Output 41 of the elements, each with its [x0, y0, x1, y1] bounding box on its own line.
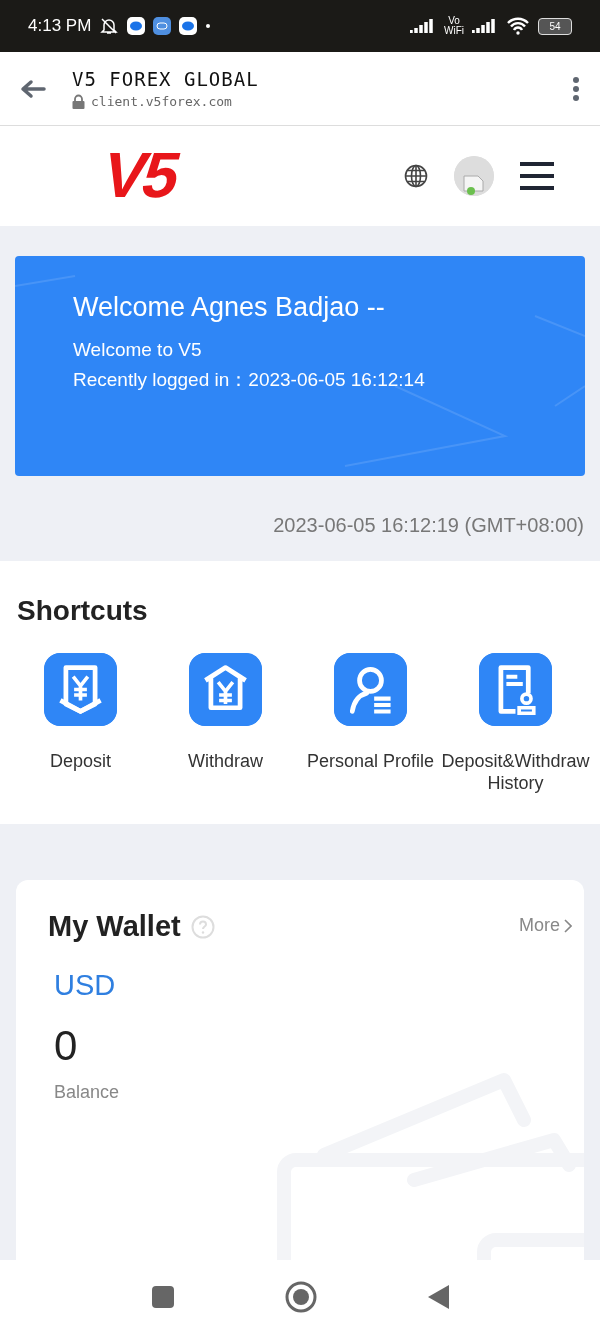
back-arrow-icon[interactable]	[20, 78, 46, 99]
wallet-title: My Wallet	[48, 910, 181, 943]
status-time: 4:13 PM	[28, 16, 92, 36]
home-icon[interactable]	[285, 1281, 317, 1313]
muted-bell-icon	[99, 16, 120, 36]
balance-amount: 0	[54, 1022, 79, 1070]
yen-icon	[44, 653, 117, 726]
shortcut-button[interactable]: Deposit	[8, 653, 153, 794]
vowifi-label: Vo WiFi	[444, 16, 464, 36]
wifi-icon	[506, 17, 530, 35]
section-title: Shortcuts	[17, 595, 149, 627]
page-title: V5 FOREX GLOBAL	[72, 68, 260, 90]
page-url: client.v5forex.com	[91, 94, 232, 109]
document-icon	[479, 653, 552, 726]
battery-level: 54	[538, 17, 572, 35]
chevron-right-icon	[564, 918, 572, 933]
dot-icon	[205, 23, 212, 29]
lock-icon	[72, 94, 85, 109]
welcome-subtitle: Welcome to V5	[73, 338, 203, 362]
message-app-icon	[127, 17, 146, 35]
balance-label: Balance	[54, 1082, 121, 1103]
more-options-icon[interactable]	[572, 75, 580, 102]
signal-icon	[472, 17, 498, 35]
house-yen-icon	[189, 653, 262, 726]
server-time: 2023-06-05 16:12:19 (GMT+08:00)	[272, 513, 585, 538]
back-icon[interactable]	[427, 1284, 449, 1310]
shortcut-button[interactable]: Withdraw	[153, 653, 298, 794]
shortcut-button[interactable]: Deposit&Withdraw History	[443, 653, 588, 794]
globe-icon[interactable]	[404, 164, 428, 188]
recent-apps-icon[interactable]	[151, 1285, 175, 1309]
menu-icon[interactable]	[520, 161, 554, 191]
last-login-text: Recently logged in：2023-06-05 16:12:14	[73, 368, 426, 392]
app-notification-icon	[153, 17, 172, 35]
shortcut-button[interactable]: Personal Profile	[298, 653, 443, 794]
welcome-title: Welcome Agnes Badjao --	[73, 292, 386, 323]
logo[interactable]: V5	[87, 126, 205, 226]
message-app-icon	[179, 17, 198, 35]
signal-icon	[410, 17, 436, 35]
person-icon	[334, 653, 407, 726]
currency-label: USD	[54, 969, 117, 1002]
more-link[interactable]: More	[513, 914, 578, 937]
